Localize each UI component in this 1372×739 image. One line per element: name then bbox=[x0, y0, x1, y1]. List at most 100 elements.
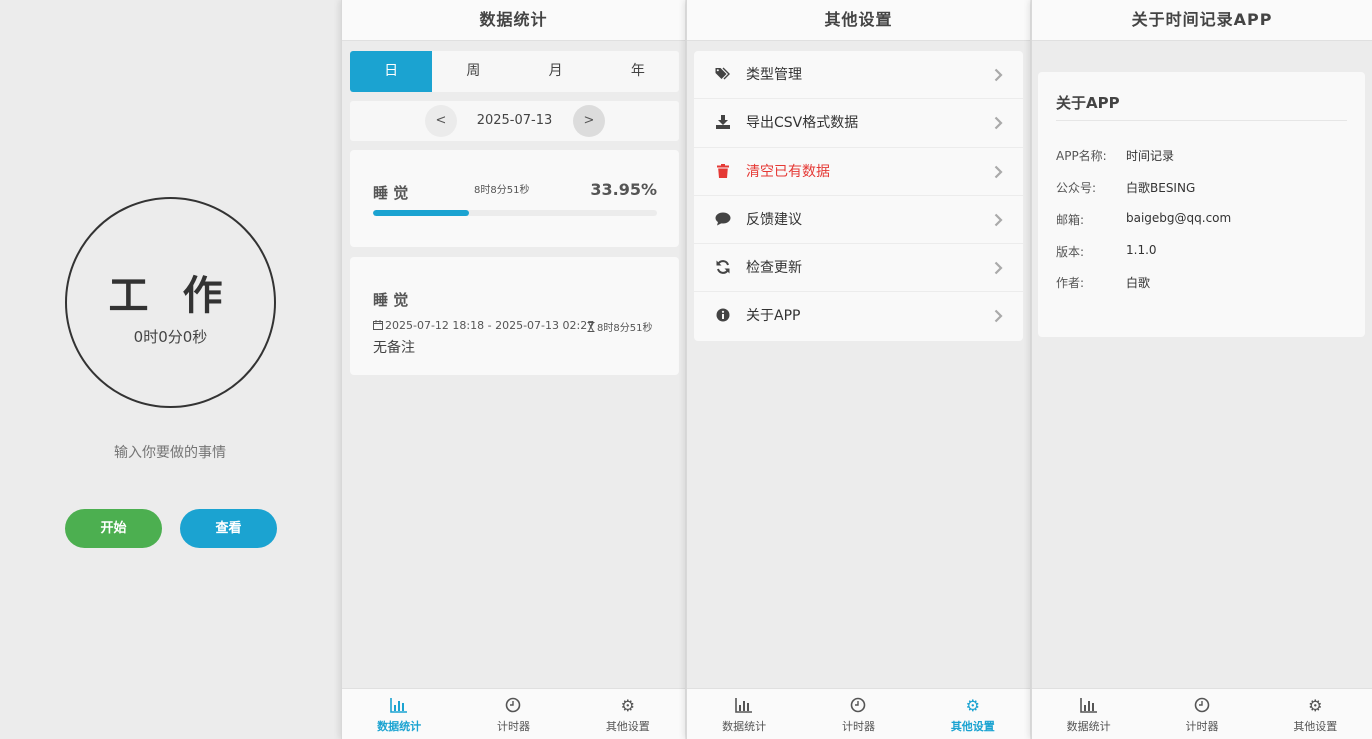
gear-icon: ⚙ bbox=[1308, 696, 1323, 715]
tab-week[interactable]: 周 bbox=[432, 51, 514, 92]
record-note: 无备注 bbox=[373, 340, 415, 356]
nav-stats[interactable]: 数据统计 bbox=[342, 689, 456, 739]
gear-icon: ⚙ bbox=[965, 696, 980, 715]
bar-chart-icon bbox=[1032, 697, 1145, 715]
clock-icon bbox=[456, 697, 570, 715]
record-range-text: 2025-07-12 18:18 - 2025-07-13 02:27 bbox=[385, 319, 595, 332]
nav-timer[interactable]: 计时器 bbox=[456, 689, 570, 739]
settings-panel: 其他设置 类型管理 导出CSV格式数据 清空已有数据 反馈建议 检查更新 关于A… bbox=[686, 0, 1030, 739]
nav-stats-label: 数据统计 bbox=[1066, 720, 1111, 733]
about-value: 1.1.0 bbox=[1126, 243, 1157, 257]
setting-type-management[interactable]: 类型管理 bbox=[694, 51, 1023, 100]
summary-name: 睡 觉 bbox=[373, 184, 409, 202]
nav-timer[interactable]: 计时器 bbox=[1145, 689, 1258, 739]
nav-settings[interactable]: ⚙ 其他设置 bbox=[916, 689, 1030, 739]
tab-year[interactable]: 年 bbox=[597, 51, 679, 92]
setting-clear-data[interactable]: 清空已有数据 bbox=[694, 148, 1023, 196]
record-duration-text: 8时8分51秒 bbox=[597, 323, 653, 334]
chevron-right-icon bbox=[994, 213, 1003, 227]
record-range: 2025-07-12 18:18 - 2025-07-13 02:27 bbox=[373, 319, 594, 332]
next-date-button[interactable]: > bbox=[573, 105, 605, 137]
nav-settings-label: 其他设置 bbox=[1293, 720, 1338, 733]
setting-label: 反馈建议 bbox=[746, 211, 802, 228]
about-card: 关于APP APP名称: 时间记录 公众号: 白歌BESING 邮箱: baig… bbox=[1038, 72, 1365, 337]
trash-icon bbox=[715, 163, 731, 180]
gear-icon: ⚙ bbox=[620, 696, 635, 715]
record-name: 睡 觉 bbox=[373, 291, 409, 309]
date-navigator: 2025-07-13 < > bbox=[350, 101, 679, 141]
setting-label: 检查更新 bbox=[746, 260, 802, 277]
chevron-right-icon bbox=[994, 117, 1003, 130]
nav-timer-label: 计时器 bbox=[841, 720, 875, 733]
timer-circle: 工 作 0时0分0秒 bbox=[65, 197, 276, 408]
calendar-icon bbox=[373, 320, 383, 330]
about-label: 版本: bbox=[1056, 245, 1085, 259]
nav-timer-label: 计时器 bbox=[1185, 720, 1219, 733]
divider bbox=[1056, 120, 1347, 121]
setting-label: 关于APP bbox=[746, 308, 801, 325]
page-title: 关于时间记录APP bbox=[1032, 0, 1372, 41]
hourglass-icon bbox=[587, 322, 595, 332]
summary-progress bbox=[373, 210, 657, 216]
about-label: 公众号: bbox=[1056, 181, 1097, 195]
about-label: 作者: bbox=[1056, 276, 1085, 290]
summary-duration: 8时8分51秒 bbox=[474, 185, 530, 196]
about-label: 邮箱: bbox=[1056, 213, 1085, 227]
summary-card[interactable]: 睡 觉 8时8分51秒 33.95% bbox=[350, 150, 679, 247]
nav-settings[interactable]: ⚙ 其他设置 bbox=[571, 689, 685, 739]
prev-date-button[interactable]: < bbox=[425, 105, 457, 137]
about-label: APP名称: bbox=[1056, 149, 1107, 163]
tags-icon bbox=[715, 67, 731, 83]
timer-elapsed: 0时0分0秒 bbox=[133, 328, 208, 346]
tab-day[interactable]: 日 bbox=[350, 51, 433, 92]
nav-stats-label: 数据统计 bbox=[722, 720, 767, 733]
timer-title: 工 作 bbox=[108, 273, 233, 319]
nav-stats[interactable]: 数据统计 bbox=[1032, 689, 1145, 739]
tab-month[interactable]: 月 bbox=[515, 51, 597, 92]
nav-stats-label: 数据统计 bbox=[377, 720, 422, 733]
progress-fill bbox=[373, 210, 470, 216]
setting-export-csv[interactable]: 导出CSV格式数据 bbox=[694, 99, 1023, 148]
chevron-right-icon bbox=[994, 68, 1003, 82]
setting-label: 导出CSV格式数据 bbox=[746, 115, 859, 132]
clock-icon bbox=[1145, 697, 1258, 715]
nav-settings[interactable]: ⚙ 其他设置 bbox=[1259, 689, 1372, 739]
task-input[interactable] bbox=[40, 440, 300, 464]
about-panel: 关于时间记录APP 关于APP APP名称: 时间记录 公众号: 白歌BESIN… bbox=[1031, 0, 1372, 739]
about-value: baigebg@qq.com bbox=[1126, 211, 1232, 225]
nav-timer[interactable]: 计时器 bbox=[801, 689, 915, 739]
about-title: 关于APP bbox=[1056, 94, 1120, 112]
setting-check-update[interactable]: 检查更新 bbox=[694, 244, 1023, 293]
page-title: 数据统计 bbox=[342, 0, 685, 41]
setting-feedback[interactable]: 反馈建议 bbox=[694, 196, 1023, 245]
refresh-icon bbox=[715, 260, 731, 276]
setting-about-app[interactable]: 关于APP bbox=[694, 292, 1023, 340]
setting-label: 类型管理 bbox=[746, 67, 802, 83]
record-duration: 8时8分51秒 bbox=[587, 319, 652, 334]
nav-timer-label: 计时器 bbox=[496, 720, 530, 733]
summary-percent: 33.95% bbox=[590, 180, 657, 199]
nav-settings-label: 其他设置 bbox=[950, 720, 995, 733]
start-button[interactable]: 开始 bbox=[65, 509, 162, 548]
about-value: 白歌 bbox=[1126, 276, 1151, 290]
bottom-nav: 数据统计 计时器 ⚙ 其他设置 bbox=[1032, 688, 1372, 739]
view-button[interactable]: 查看 bbox=[180, 509, 277, 548]
nav-stats[interactable]: 数据统计 bbox=[687, 689, 801, 739]
record-card[interactable]: 睡 觉 2025-07-12 18:18 - 2025-07-13 02:27 … bbox=[350, 257, 679, 375]
about-value: 白歌BESING bbox=[1126, 181, 1196, 195]
download-icon bbox=[715, 115, 731, 131]
timer-panel: 工 作 0时0分0秒 开始 查看 bbox=[0, 0, 340, 739]
bar-chart-icon bbox=[342, 697, 456, 715]
chevron-right-icon bbox=[994, 165, 1003, 178]
info-icon bbox=[715, 308, 731, 324]
bottom-nav: 数据统计 计时器 ⚙ 其他设置 bbox=[342, 688, 685, 739]
chevron-right-icon bbox=[994, 261, 1003, 275]
page-title: 其他设置 bbox=[687, 0, 1030, 41]
setting-label: 清空已有数据 bbox=[746, 163, 830, 180]
comment-icon bbox=[715, 212, 731, 228]
stats-panel: 数据统计 日 周 月 年 2025-07-13 < > 睡 觉 8时8分51秒 … bbox=[341, 0, 685, 739]
about-value: 时间记录 bbox=[1126, 149, 1175, 163]
bar-chart-icon bbox=[687, 697, 801, 715]
current-date: 2025-07-13 bbox=[476, 113, 553, 128]
period-tabs: 日 周 月 年 bbox=[350, 51, 679, 92]
